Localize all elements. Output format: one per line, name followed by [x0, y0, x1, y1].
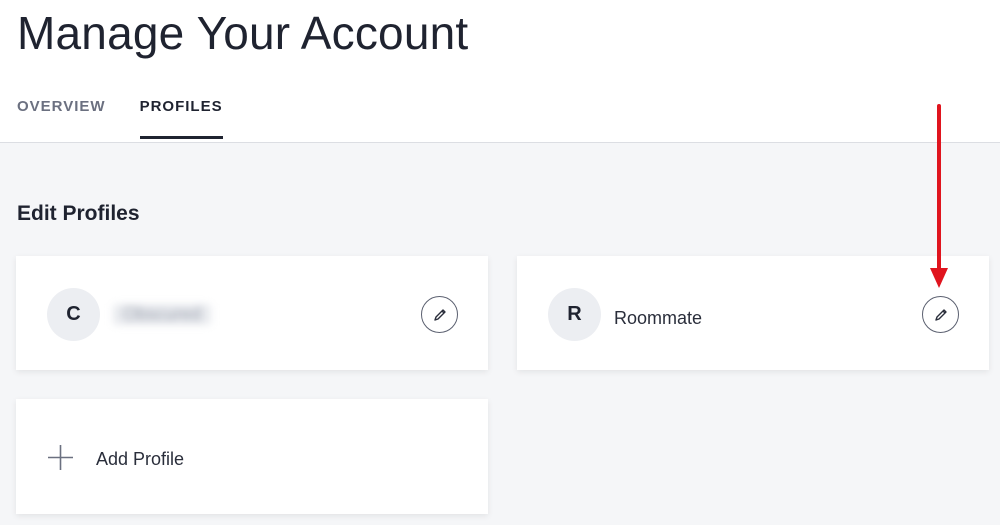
edit-profile-button[interactable] — [922, 296, 959, 333]
profile-card: C Obscured — [16, 256, 488, 370]
pencil-icon — [934, 308, 947, 321]
profile-name: Roommate — [614, 308, 703, 328]
pencil-icon — [433, 308, 446, 321]
plus-icon — [48, 445, 73, 470]
avatar: R — [548, 288, 601, 341]
section-title: Edit Profiles — [17, 202, 140, 225]
tab-overview[interactable]: OVERVIEW — [17, 98, 106, 139]
page-header: Manage Your Account OVERVIEW PROFILES — [0, 0, 1000, 143]
edit-profile-button[interactable] — [421, 296, 458, 333]
avatar: C — [47, 288, 100, 341]
profile-name-obscured: Obscured — [113, 304, 212, 325]
add-profile-label: Add Profile — [96, 449, 185, 469]
tab-bar: OVERVIEW PROFILES — [17, 98, 257, 139]
annotation-arrow — [930, 104, 948, 288]
profile-card: R Roommate — [517, 256, 989, 370]
add-profile-button[interactable]: Add Profile — [16, 399, 488, 514]
tab-profiles[interactable]: PROFILES — [139, 98, 223, 139]
page-title: Manage Your Account — [17, 7, 469, 59]
